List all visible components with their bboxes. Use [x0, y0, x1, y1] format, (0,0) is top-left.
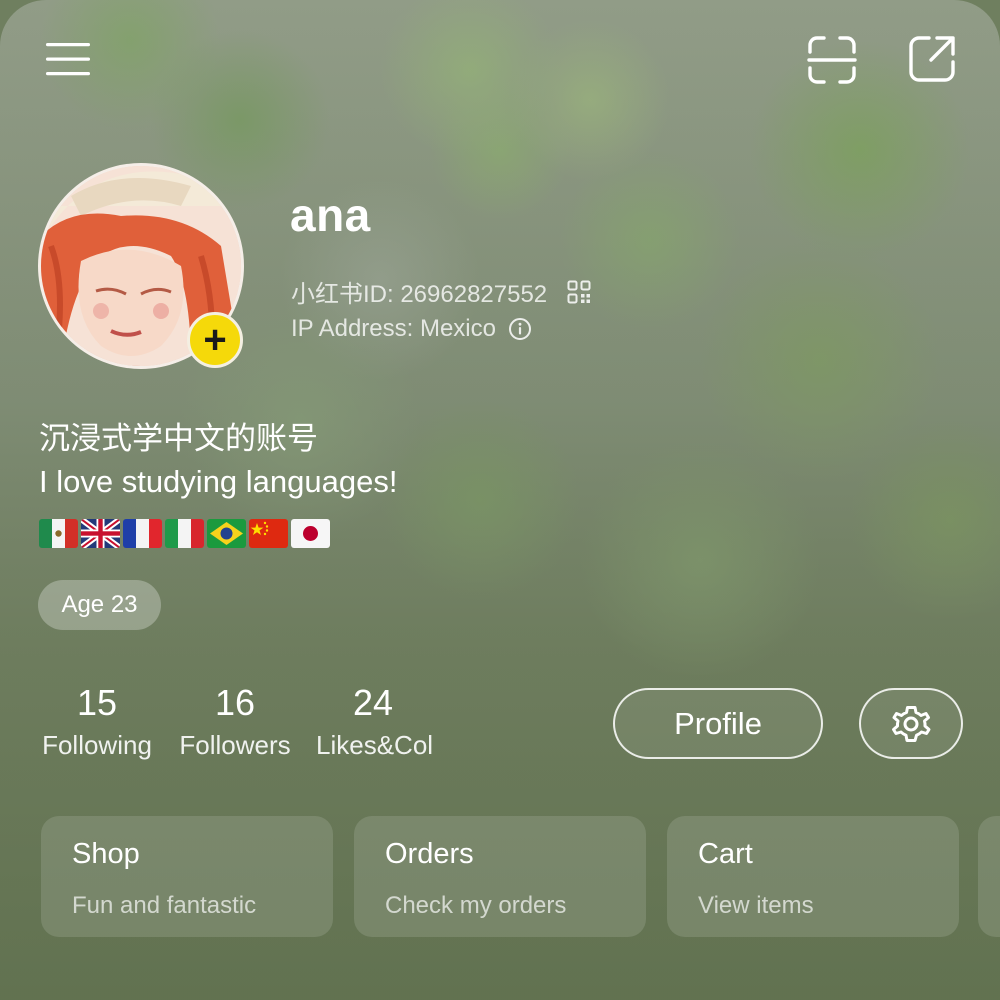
shop-card-subtitle: Fun and fantastic — [72, 892, 257, 919]
flag-mexico-icon — [39, 519, 78, 548]
cart-card[interactable]: Cart View items — [667, 816, 959, 937]
followers-count: 16 — [214, 682, 256, 723]
ip-address-text: IP Address: Mexico — [291, 315, 496, 342]
next-card-partial[interactable] — [978, 816, 1000, 937]
orders-card[interactable]: Orders Check my orders — [354, 816, 646, 937]
menu-button[interactable] — [40, 34, 96, 84]
bio-line-english: I love studying languages! — [39, 464, 398, 499]
stat-followers[interactable]: 16 Followers — [178, 682, 292, 761]
cart-card-title: Cart — [698, 838, 753, 870]
add-avatar-button[interactable]: + — [187, 312, 243, 368]
orders-card-subtitle: Check my orders — [385, 892, 567, 919]
flag-uk-icon — [81, 519, 120, 548]
share-external-icon — [909, 36, 955, 82]
stat-likes-collections[interactable]: 24 Likes&Col — [316, 682, 434, 761]
following-label: Following — [42, 730, 152, 760]
user-id-text: 小红书ID: 26962827552 — [291, 281, 548, 308]
flag-china-icon — [249, 519, 288, 548]
likes-label: Likes&Col — [316, 730, 434, 760]
gear-icon — [892, 705, 931, 742]
settings-button[interactable] — [859, 688, 963, 759]
bio-line-chinese: 沉浸式学中文的账号 — [39, 421, 318, 457]
username: ana — [290, 189, 371, 241]
user-id-row[interactable]: 小红书ID: 26962827552 — [291, 274, 591, 309]
age-tag: Age 23 — [38, 580, 161, 630]
hamburger-menu-icon — [46, 43, 90, 76]
qr-code-icon[interactable] — [567, 280, 591, 304]
flag-brazil-icon — [207, 519, 246, 548]
info-icon[interactable] — [508, 317, 532, 341]
profile-screen: + ana 小红书ID: 26962827552 IP Address: Mex… — [0, 0, 1000, 1000]
shop-card-title: Shop — [72, 838, 140, 870]
scan-icon — [807, 36, 857, 84]
orders-card-title: Orders — [385, 838, 474, 870]
flags-row — [39, 519, 330, 548]
scan-button[interactable] — [804, 34, 860, 86]
likes-count: 24 — [352, 682, 394, 723]
shop-card[interactable]: Shop Fun and fantastic — [41, 816, 333, 937]
flag-italy-icon — [165, 519, 204, 548]
share-button[interactable] — [904, 32, 960, 86]
following-count: 15 — [76, 682, 118, 723]
edit-profile-button[interactable]: Profile — [613, 688, 823, 759]
ip-address-row: IP Address: Mexico — [291, 315, 532, 343]
cart-card-subtitle: View items — [698, 892, 814, 919]
followers-label: Followers — [179, 730, 291, 760]
flag-france-icon — [123, 519, 162, 548]
stat-following[interactable]: 15 Following — [38, 682, 156, 761]
flag-japan-icon — [291, 519, 330, 548]
